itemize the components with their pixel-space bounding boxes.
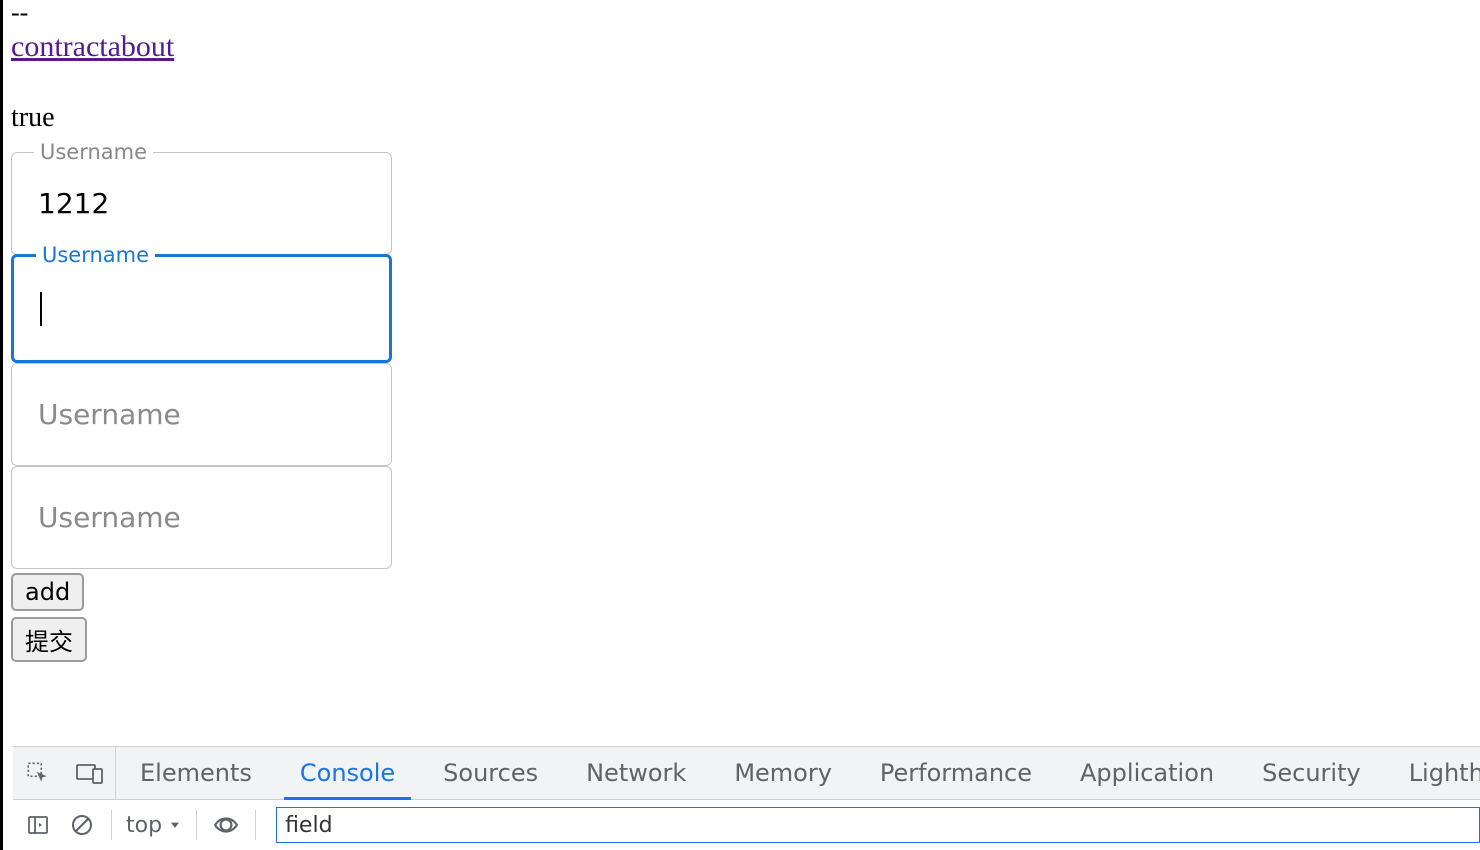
top-marker: -- bbox=[3, 0, 1480, 26]
divider bbox=[255, 810, 256, 840]
nav-link-contract[interactable]: contractabout bbox=[3, 30, 174, 64]
sidebar-toggle-icon[interactable] bbox=[23, 810, 53, 840]
devtools-panel: Elements Console Sources Network Memory … bbox=[13, 746, 1480, 850]
submit-button[interactable]: 提交 bbox=[11, 617, 87, 662]
context-selector[interactable]: top bbox=[126, 813, 182, 838]
tab-network[interactable]: Network bbox=[562, 747, 710, 799]
tab-console[interactable]: Console bbox=[276, 747, 419, 799]
tab-security[interactable]: Security bbox=[1238, 747, 1385, 799]
device-toggle-icon[interactable] bbox=[75, 758, 105, 788]
clear-console-icon[interactable] bbox=[67, 810, 97, 840]
nav-link-about-text: about bbox=[108, 30, 175, 63]
devtools-icon-group bbox=[13, 747, 116, 799]
divider bbox=[196, 810, 197, 840]
divider bbox=[111, 810, 112, 840]
username-placeholder[interactable]: Username bbox=[38, 501, 365, 534]
tab-memory[interactable]: Memory bbox=[710, 747, 856, 799]
tab-lighthouse[interactable]: Lighthous bbox=[1385, 747, 1480, 799]
chevron-down-icon bbox=[168, 818, 182, 832]
devtools-tabs: Elements Console Sources Network Memory … bbox=[13, 746, 1480, 800]
text-caret bbox=[40, 292, 42, 326]
console-filter-input[interactable] bbox=[276, 807, 1480, 843]
tab-application[interactable]: Application bbox=[1056, 747, 1238, 799]
button-row: add 提交 bbox=[3, 573, 1480, 662]
live-expression-icon[interactable] bbox=[211, 810, 241, 840]
username-label: Username bbox=[36, 243, 155, 267]
context-label: top bbox=[126, 813, 162, 838]
tab-elements[interactable]: Elements bbox=[116, 747, 276, 799]
username-value[interactable]: 1212 bbox=[38, 187, 365, 220]
username-label: Username bbox=[34, 140, 153, 164]
nav-link-contract-text: contract bbox=[11, 30, 108, 63]
devtools-console-toolbar: top bbox=[13, 800, 1480, 850]
username-field[interactable]: Username bbox=[11, 254, 392, 363]
username-field[interactable]: Username 1212 bbox=[11, 152, 392, 255]
tab-sources[interactable]: Sources bbox=[419, 747, 562, 799]
username-field[interactable]: Username bbox=[11, 466, 392, 569]
inspect-icon[interactable] bbox=[23, 758, 53, 788]
console-filter bbox=[276, 807, 1480, 843]
username-field[interactable]: Username bbox=[11, 363, 392, 466]
tab-performance[interactable]: Performance bbox=[856, 747, 1056, 799]
username-placeholder[interactable]: Username bbox=[38, 398, 365, 431]
fields-container: Username 1212 Username Username Username bbox=[3, 152, 1480, 569]
add-button[interactable]: add bbox=[11, 573, 84, 611]
state-text: true bbox=[3, 102, 1480, 134]
username-value[interactable] bbox=[40, 291, 363, 326]
nav-links: contractabout bbox=[3, 26, 1480, 64]
